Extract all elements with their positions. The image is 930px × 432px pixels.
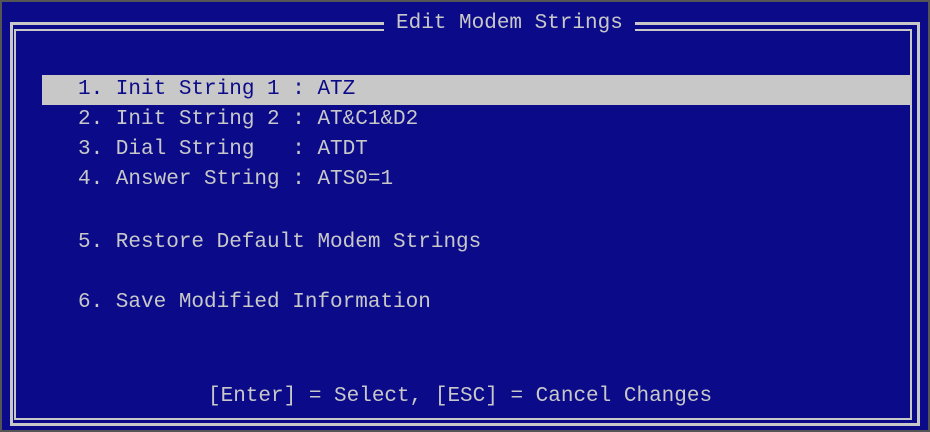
menu-item-restore-defaults[interactable]: 5. Restore Default Modem Strings: [42, 228, 910, 258]
bios-screen: Edit Modem Strings 1. Init String 1 : AT…: [0, 0, 930, 432]
menu-item-save-information[interactable]: 6. Save Modified Information: [42, 288, 910, 318]
menu-item-dial-string[interactable]: 3. Dial String : ATDT: [42, 135, 910, 165]
key-hint-footer: [Enter] = Select, [ESC] = Cancel Changes: [208, 385, 713, 408]
menu-item-init-string-2[interactable]: 2. Init String 2 : AT&C1&D2: [42, 105, 910, 135]
menu-item-answer-string[interactable]: 4. Answer String : ATS0=1: [42, 165, 910, 195]
menu-item-init-string-1[interactable]: 1. Init String 1 : ATZ: [42, 75, 910, 105]
dialog-title: Edit Modem Strings: [384, 10, 635, 38]
